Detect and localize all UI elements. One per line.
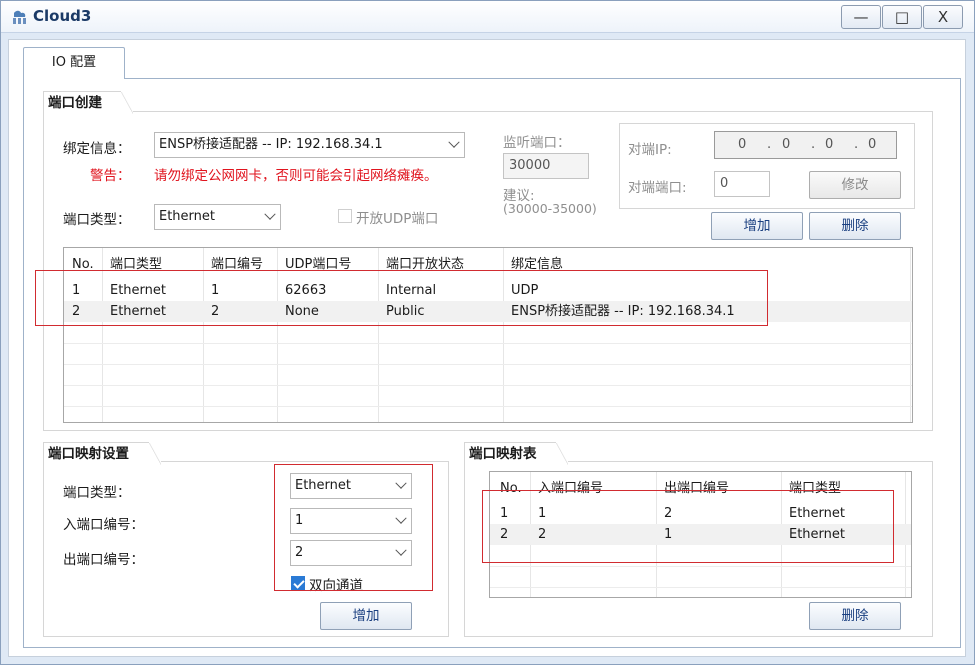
chevron-down-icon <box>395 544 407 556</box>
table-cell: Ethernet <box>789 527 845 542</box>
ip-octet-1: 0 <box>738 137 747 152</box>
table-row[interactable]: 2 2 1 Ethernet <box>490 524 911 545</box>
chevron-down-icon <box>395 477 407 489</box>
peer-ip-label: 对端IP: <box>628 142 672 158</box>
ip-dot: . <box>767 137 772 152</box>
table-cell: Internal <box>386 283 437 298</box>
port-type-label: 端口类型： <box>63 212 131 228</box>
cloud-app-icon <box>13 10 26 24</box>
chevron-down-icon <box>264 208 276 220</box>
column-header[interactable]: 绑定信息 <box>505 254 563 275</box>
column-header[interactable]: No. <box>66 254 94 275</box>
table-cell: 62663 <box>285 283 327 298</box>
table-cell: 1 <box>211 283 220 298</box>
column-header[interactable]: 出端口编号 <box>658 478 729 499</box>
listen-port-label: 监听端口： <box>503 135 571 151</box>
ip-octet-2: 0 <box>782 137 791 152</box>
add-mapping-button[interactable]: 增加 <box>320 602 412 630</box>
column-header[interactable]: 端口编号 <box>205 254 263 275</box>
tab-io-config[interactable]: IO 配置 <box>23 47 125 79</box>
in-port-select[interactable]: 1 <box>290 508 412 534</box>
table-cell: 2 <box>538 527 547 542</box>
table-cell: 1 <box>500 506 509 521</box>
table-cell: 1 <box>72 283 81 298</box>
warning-label: 警告： <box>90 168 131 184</box>
suggest-range: (30000-35000) <box>503 201 597 216</box>
chevron-down-icon <box>395 512 407 524</box>
bind-info-label: 绑定信息： <box>63 141 131 157</box>
mapping-type-label: 端口类型： <box>63 485 131 501</box>
listen-port-input[interactable]: 30000 <box>503 153 589 179</box>
out-port-label: 出端口编号： <box>63 552 144 568</box>
title-bar[interactable]: Cloud3 — □ X <box>1 1 974 33</box>
port-mapping-settings-legend: 端口映射设置 <box>43 442 161 465</box>
in-port-value: 1 <box>295 513 304 528</box>
minimize-button[interactable]: — <box>841 5 881 29</box>
table-cell: Ethernet <box>789 506 845 521</box>
table-cell: Ethernet <box>110 283 166 298</box>
table-cell: 2 <box>72 304 81 319</box>
ip-octet-4: 0 <box>868 137 877 152</box>
table-cell: Ethernet <box>110 304 166 319</box>
warning-text: 请勿绑定公网网卡，否则可能会引起网络瘫痪。 <box>154 168 438 184</box>
in-port-label: 入端口编号： <box>63 517 144 533</box>
udp-port-label: 开放UDP端口 <box>356 211 439 227</box>
delete-port-button[interactable]: 删除 <box>809 212 901 240</box>
mapping-type-value: Ethernet <box>295 478 351 493</box>
delete-mapping-button[interactable]: 删除 <box>809 602 901 630</box>
chevron-down-icon <box>448 136 460 148</box>
udp-port-checkbox[interactable] <box>338 209 352 223</box>
out-port-value: 2 <box>295 545 304 560</box>
mapping-type-select[interactable]: Ethernet <box>290 473 412 499</box>
bidirectional-checkbox[interactable] <box>291 576 305 590</box>
table-cell: 2 <box>664 506 673 521</box>
ip-dot: . <box>854 137 859 152</box>
table-row[interactable]: 1 Ethernet 1 62663 Internal UDP <box>64 280 912 301</box>
table-row[interactable]: 1 1 2 Ethernet <box>490 503 911 524</box>
table-cell: ENSP桥接适配器 -- IP: 192.168.34.1 <box>511 304 735 319</box>
table-row[interactable]: 2 Ethernet 2 None Public ENSP桥接适配器 -- IP… <box>64 301 912 322</box>
peer-ip-input[interactable]: 0 . 0 . 0 . 0 <box>714 131 897 159</box>
bind-info-select[interactable]: ENSP桥接适配器 -- IP: 192.168.34.1 <box>154 132 465 158</box>
table-cell: UDP <box>511 283 539 298</box>
port-type-value: Ethernet <box>159 209 215 224</box>
modify-button[interactable]: 修改 <box>809 171 901 199</box>
cloud3-window: Cloud3 — □ X IO 配置 端口创建 绑定信息： ENSP桥接适配器 … <box>0 0 975 665</box>
port-mapping-table-legend: 端口映射表 <box>464 442 568 465</box>
column-header[interactable]: UDP端口号 <box>279 254 351 275</box>
maximize-button[interactable]: □ <box>882 5 922 29</box>
port-list-table[interactable]: No. 端口类型 端口编号 UDP端口号 端口开放状态 绑定信息 1 Ether… <box>63 247 913 423</box>
table-cell: 2 <box>500 527 509 542</box>
column-header[interactable]: 入端口编号 <box>532 478 603 499</box>
port-list-header: No. 端口类型 端口编号 UDP端口号 端口开放状态 绑定信息 <box>64 254 912 275</box>
mapping-table-header: No. 入端口编号 出端口编号 端口类型 <box>490 478 911 499</box>
table-cell: 1 <box>664 527 673 542</box>
column-header[interactable]: 端口类型 <box>783 478 841 499</box>
table-cell: None <box>285 304 319 319</box>
ip-octet-3: 0 <box>825 137 834 152</box>
table-cell: 1 <box>538 506 547 521</box>
port-mapping-table[interactable]: No. 入端口编号 出端口编号 端口类型 1 1 2 Ethernet 2 2 … <box>489 471 912 598</box>
ip-dot: . <box>811 137 816 152</box>
port-create-legend: 端口创建 <box>43 91 133 114</box>
close-button[interactable]: X <box>923 5 963 29</box>
column-header[interactable]: No. <box>494 478 522 499</box>
table-cell: 2 <box>211 304 220 319</box>
bind-info-value: ENSP桥接适配器 -- IP: 192.168.34.1 <box>159 137 383 152</box>
peer-port-input[interactable]: 0 <box>714 171 770 197</box>
peer-port-label: 对端端口: <box>628 180 687 196</box>
port-type-select[interactable]: Ethernet <box>154 204 281 230</box>
table-cell: Public <box>386 304 425 319</box>
column-header[interactable]: 端口类型 <box>104 254 162 275</box>
column-header[interactable]: 端口开放状态 <box>380 254 464 275</box>
add-port-button[interactable]: 增加 <box>711 212 803 240</box>
window-title: Cloud3 <box>33 7 92 25</box>
out-port-select[interactable]: 2 <box>290 540 412 566</box>
bidirectional-label: 双向通道 <box>309 578 363 594</box>
